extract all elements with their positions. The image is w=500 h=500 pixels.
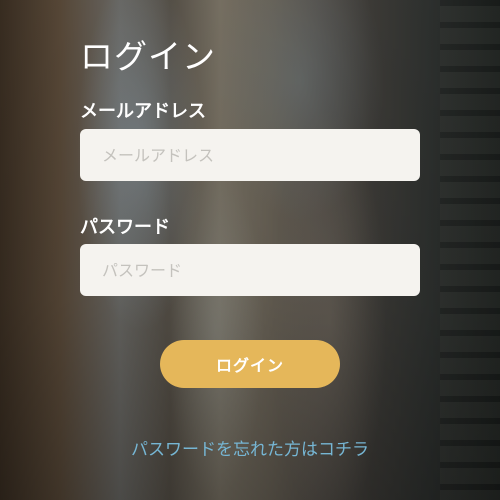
page-title: ログイン xyxy=(80,37,216,76)
forgot-password-link[interactable]: パスワードを忘れた方はコチラ xyxy=(80,435,420,460)
password-field[interactable] xyxy=(80,244,420,296)
login-form: ログイン メールアドレス パスワード ログイン パスワードを忘れた方はコチラ xyxy=(80,0,420,500)
password-label: パスワード xyxy=(80,217,170,238)
email-label: メールアドレス xyxy=(80,101,206,122)
background-building-edge xyxy=(440,0,500,500)
email-field[interactable] xyxy=(80,129,420,181)
login-button[interactable]: ログイン xyxy=(160,340,340,388)
